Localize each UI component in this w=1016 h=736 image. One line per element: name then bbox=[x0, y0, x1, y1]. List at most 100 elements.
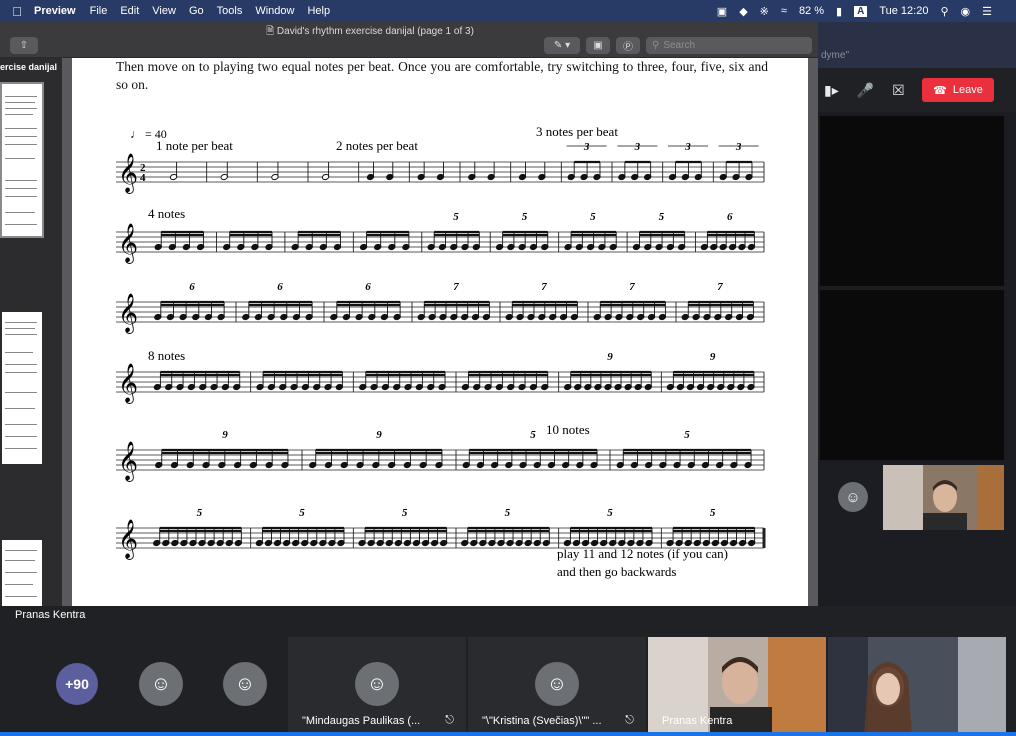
tuplet-number: 5 bbox=[522, 211, 528, 223]
participant-name: Pranas Kentra bbox=[662, 715, 733, 727]
menu-app-name[interactable]: Preview bbox=[34, 5, 76, 17]
label-3-notes-per-beat: 3 notes per beat bbox=[536, 124, 618, 139]
page-thumbnail-3[interactable] bbox=[2, 540, 42, 606]
participant-tile[interactable]: ☺ "Mindaugas Paulikas (... ⎋ bbox=[288, 637, 466, 736]
siri-icon[interactable]: ◉ bbox=[961, 5, 971, 18]
screen-record-icon[interactable]: ▣ bbox=[717, 5, 727, 18]
tuplet-number: 6 bbox=[727, 211, 733, 223]
menu-file[interactable]: File bbox=[90, 5, 108, 17]
preview-titlebar: 🗎 David's rhythm exercise danijal (page … bbox=[0, 22, 818, 58]
more-participants-button[interactable]: +90 bbox=[56, 663, 98, 705]
menu-view[interactable]: View bbox=[152, 5, 176, 17]
participant-avatar-icon[interactable]: ☺ bbox=[139, 662, 183, 706]
input-source-icon[interactable]: A bbox=[854, 5, 868, 17]
participant-name: "Mindaugas Paulikas (... bbox=[302, 715, 421, 727]
tuplet-number: 3 bbox=[583, 141, 590, 153]
tuplet-number: 7 bbox=[541, 281, 547, 293]
tuplet-number: 5 bbox=[505, 507, 511, 519]
treble-clef-icon: 𝄞 bbox=[118, 223, 138, 264]
closing-instruction-line2: and then go backwards bbox=[557, 564, 677, 579]
menubar-status-area: ▣ ◆ ※ ≈ 82 % ▮ A Tue 12:20 ⚲ ◉ ☰ bbox=[717, 0, 992, 22]
menu-help[interactable]: Help bbox=[307, 5, 330, 17]
search-field[interactable]: ⚲ Search bbox=[646, 37, 812, 54]
document-title-text: David's rhythm exercise danijal (page 1 … bbox=[276, 26, 474, 37]
tuplet-number: 5 bbox=[299, 507, 305, 519]
camera-icon[interactable]: ▮▸ bbox=[824, 82, 839, 99]
label-8-notes: 8 notes bbox=[148, 348, 185, 363]
label-10-notes: 10 notes bbox=[546, 422, 590, 437]
share-button[interactable]: ⇧ bbox=[10, 37, 38, 54]
battery-icon[interactable]: ▮ bbox=[836, 5, 842, 18]
tuplet-number: 5 bbox=[590, 211, 596, 223]
closing-instruction-line1: play 11 and 12 notes (if you can) bbox=[557, 546, 728, 561]
participant-avatar-icon: ☺ bbox=[535, 662, 579, 706]
treble-clef-icon: 𝄞 bbox=[118, 153, 138, 194]
treble-clef-icon: 𝄞 bbox=[118, 363, 138, 404]
preview-window: 🗎 David's rhythm exercise danijal (page … bbox=[0, 22, 818, 606]
search-icon: ⚲ bbox=[652, 40, 660, 51]
leave-button[interactable]: ☎ Leave bbox=[922, 78, 994, 102]
annotate-icon: Ⓟ bbox=[623, 42, 633, 53]
meeting-header-bg bbox=[816, 22, 1016, 68]
spotlight-search-icon[interactable]: ⚲ bbox=[940, 5, 948, 18]
tuplet-number: 5 bbox=[659, 211, 665, 223]
tuplet-number: 5 bbox=[607, 507, 613, 519]
participant-avatar-icon[interactable]: ☺ bbox=[838, 482, 868, 512]
bottom-accent-bar bbox=[0, 732, 1016, 736]
tuplet-number: 7 bbox=[717, 281, 723, 293]
participant-video-tile[interactable] bbox=[828, 637, 1006, 736]
mic-muted-icon: ⎋ bbox=[625, 714, 634, 726]
screen-share-stop-icon[interactable]: ☒ bbox=[892, 82, 905, 99]
time-signature-bottom: 4 bbox=[140, 172, 146, 184]
bluetooth-icon[interactable]: ※ bbox=[760, 5, 769, 18]
macos-menubar:  Preview File Edit View Go Tools Window… bbox=[0, 0, 1016, 22]
tuplet-number: 9 bbox=[607, 351, 613, 363]
participant-avatar-icon[interactable]: ☺ bbox=[223, 662, 267, 706]
tuplet-number: 6 bbox=[365, 281, 371, 293]
pen-icon: ✎ ▾ bbox=[553, 40, 571, 51]
tuplet-number: 6 bbox=[277, 281, 283, 293]
presenter-name: Pranas Kentra bbox=[15, 609, 86, 621]
markup-button[interactable]: ✎ ▾ bbox=[544, 37, 580, 54]
tuplet-number: 7 bbox=[629, 281, 635, 293]
treble-clef-icon: 𝄞 bbox=[118, 441, 138, 482]
participant-tile[interactable]: ☺ "\"Kristina (Svečias)\"" ... ⎋ bbox=[468, 637, 646, 736]
label-2-notes-per-beat: 2 notes per beat bbox=[336, 138, 418, 153]
wifi-icon[interactable]: ≈ bbox=[781, 5, 787, 17]
treble-clef-icon: 𝄞 bbox=[118, 519, 138, 560]
page-thumbnail-2[interactable] bbox=[2, 312, 42, 464]
menu-go[interactable]: Go bbox=[189, 5, 204, 17]
apple-menu-icon[interactable]:  bbox=[0, 4, 34, 19]
thumbnail-sidebar: ercise danijal bbox=[0, 58, 62, 606]
participant-video-tile[interactable]: Pranas Kentra bbox=[648, 637, 826, 736]
document-page[interactable]: Then move on to playing two equal notes … bbox=[72, 58, 808, 606]
tuplet-number: 3 bbox=[735, 141, 742, 153]
microphone-icon[interactable]: 🎤 bbox=[857, 82, 874, 99]
screen-share-icon[interactable]: ◆ bbox=[739, 5, 747, 18]
video-tile-empty bbox=[820, 290, 1004, 460]
control-center-icon[interactable]: ☰ bbox=[982, 5, 992, 18]
mic-muted-icon: ⎋ bbox=[445, 714, 454, 726]
search-placeholder: Search bbox=[663, 40, 696, 51]
tuplet-number: 9 bbox=[376, 429, 382, 441]
menu-edit[interactable]: Edit bbox=[120, 5, 139, 17]
participant-hint: dyme" bbox=[821, 50, 850, 61]
page-thumbnail-1[interactable] bbox=[0, 82, 44, 238]
participant-video-image bbox=[828, 637, 1006, 736]
tuplet-number: 5 bbox=[453, 211, 459, 223]
tuplet-number: 9 bbox=[222, 429, 228, 441]
music-score: ♩ = 40𝄞 243 3 3 3𝄞5 5 5 5 6𝄞6 6 6 7 7 7 7𝄞9 9𝄞9 9 5 5𝄞5 5 5 5… bbox=[116, 124, 766, 579]
clock[interactable]: Tue 12:20 bbox=[879, 5, 928, 17]
rotate-button[interactable]: ▣ bbox=[586, 37, 610, 54]
menu-tools[interactable]: Tools bbox=[217, 5, 243, 17]
rotate-icon: ▣ bbox=[593, 40, 603, 51]
tuplet-number: 5 bbox=[530, 429, 536, 441]
menu-window[interactable]: Window bbox=[255, 5, 294, 17]
label-4-notes: 4 notes bbox=[148, 206, 185, 221]
participant-avatar-icon: ☺ bbox=[355, 662, 399, 706]
battery-percent[interactable]: 82 % bbox=[799, 5, 824, 17]
leave-label: Leave bbox=[952, 84, 983, 96]
annotate-button[interactable]: Ⓟ bbox=[616, 37, 640, 54]
self-video-tile[interactable] bbox=[883, 465, 1004, 530]
treble-clef-icon: 𝄞 bbox=[118, 293, 138, 334]
